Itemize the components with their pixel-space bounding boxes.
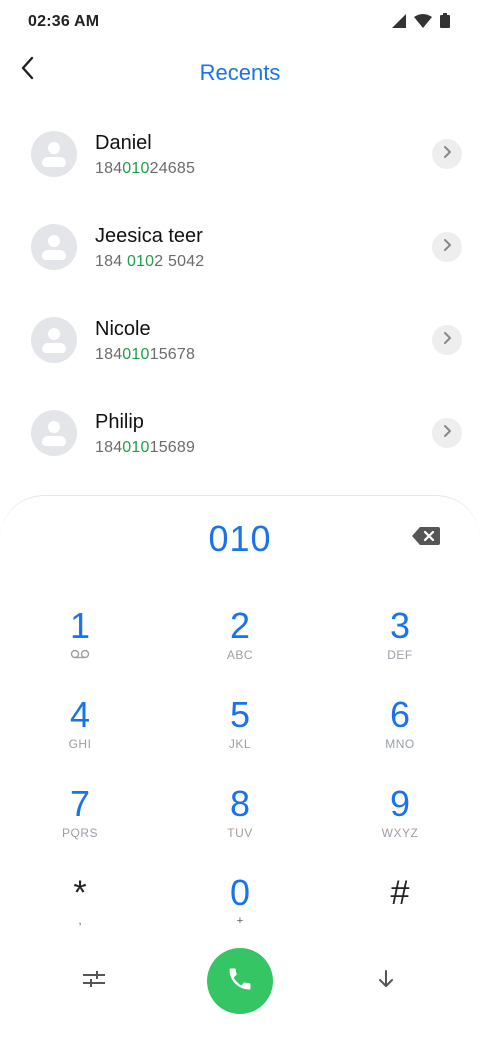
key-letters: JKL [228,737,252,751]
key-digit: 8 [229,783,251,824]
signal-icon [392,13,406,28]
key-digit: 0 [229,872,251,913]
contact-detail-button[interactable] [432,139,462,169]
contact-detail-button[interactable] [432,418,462,448]
key-3[interactable]: 3 DEF [340,606,460,686]
key-letters: PQRS [61,826,98,840]
number-prefix: 184 [95,160,123,177]
dialpad-settings-button[interactable] [78,966,110,996]
key-8[interactable]: 8 TUV [180,784,300,864]
number-match: 010 [126,253,155,270]
key-letters: TUV [227,826,253,840]
contact-row[interactable]: Jeesica teer 184 0102 5042 [0,200,480,293]
number-prefix: 184 [95,439,123,456]
call-button[interactable] [207,948,273,1014]
key-letters: DEF [387,648,413,662]
recents-list: Daniel 18401024685 Jeesica teer 184 0102… [0,107,480,479]
key-letters: ABC [226,648,254,662]
key-letters: MNO [385,737,415,751]
key-9[interactable]: 9 WXYZ [340,784,460,864]
avatar-head-shape [48,235,60,247]
contact-number: 18401024685 [95,160,195,178]
dial-number-display[interactable]: 010 [0,518,480,560]
key-letters: , [78,915,82,927]
number-prefix: 184 [95,346,123,363]
backspace-button[interactable] [410,526,442,550]
key-digit: 3 [389,605,411,646]
avatar [31,410,77,456]
number-match: 010 [122,439,150,456]
key-digit: 5 [229,694,251,735]
contact-name: Nicole [95,318,151,340]
status-icons [392,13,450,28]
key-letters: + [236,915,244,927]
key-6[interactable]: 6 MNO [340,695,460,775]
contact-number: 18401015689 [95,439,195,457]
key-digit: 2 [229,605,251,646]
chevron-right-icon [442,424,452,443]
key-letters: GHI [68,737,92,751]
avatar-body-shape [42,250,66,260]
arrow-down-icon [378,969,394,993]
voicemail-icon [20,648,140,662]
chevron-right-icon [442,145,452,164]
key-7[interactable]: 7 PQRS [20,784,140,864]
avatar-head-shape [48,421,60,433]
contact-number: 184 0102 5042 [95,253,204,271]
asterisk-icon: * [73,874,87,912]
avatar-body-shape [42,436,66,446]
key-digit: 1 [69,605,91,646]
number-prefix: 184 [95,253,127,270]
key-digit: 9 [389,783,411,824]
contact-row[interactable]: Philip 18401015689 [0,386,480,479]
backspace-icon [412,526,440,550]
chevron-right-icon [442,238,452,257]
avatar-head-shape [48,142,60,154]
contact-name: Daniel [95,132,152,154]
key-digit: 7 [69,783,91,824]
key-4[interactable]: 4 GHI [20,695,140,775]
status-time: 02:36 AM [28,13,100,30]
battery-icon [440,13,450,28]
number-suffix: 24685 [149,160,196,177]
number-match: 010 [122,160,150,177]
top-bar: Recents [0,44,480,100]
wifi-icon [414,13,432,28]
key-letters [340,915,460,929]
contact-name: Jeesica teer [95,225,203,247]
contact-row[interactable]: Nicole 18401015678 [0,293,480,386]
avatar [31,317,77,363]
status-bar: 02:36 AM [0,0,480,44]
hide-dialpad-button[interactable] [370,966,402,996]
key-1[interactable]: 1 [20,606,140,686]
dialpad-panel: 010 1 2 ABC 3 DEF 4 GHI 5 JKL 6 MNO 7 PQ… [0,495,480,1040]
number-suffix: 2 5042 [154,253,205,270]
key-0[interactable]: 0 + [180,873,300,953]
key-star[interactable]: * , [20,873,140,953]
contact-detail-button[interactable] [432,325,462,355]
key-hash[interactable]: # [340,873,460,953]
avatar [31,131,77,177]
page-title: Recents [199,60,281,85]
avatar-body-shape [42,343,66,353]
contact-row[interactable]: Daniel 18401024685 [0,107,480,200]
avatar [31,224,77,270]
number-match: 010 [122,346,150,363]
number-suffix: 15689 [149,439,196,456]
key-digit: 4 [69,694,91,735]
key-digit: 6 [389,694,411,735]
contact-number: 18401015678 [95,346,195,364]
chevron-right-icon [442,331,452,350]
avatar-body-shape [42,157,66,167]
sliders-icon [83,970,105,992]
key-2[interactable]: 2 ABC [180,606,300,686]
phone-icon [226,965,254,998]
avatar-head-shape [48,328,60,340]
key-letters: WXYZ [381,826,419,840]
contact-detail-button[interactable] [432,232,462,262]
hash-icon: # [390,874,410,912]
contact-name: Philip [95,411,144,433]
number-suffix: 15678 [149,346,196,363]
key-5[interactable]: 5 JKL [180,695,300,775]
